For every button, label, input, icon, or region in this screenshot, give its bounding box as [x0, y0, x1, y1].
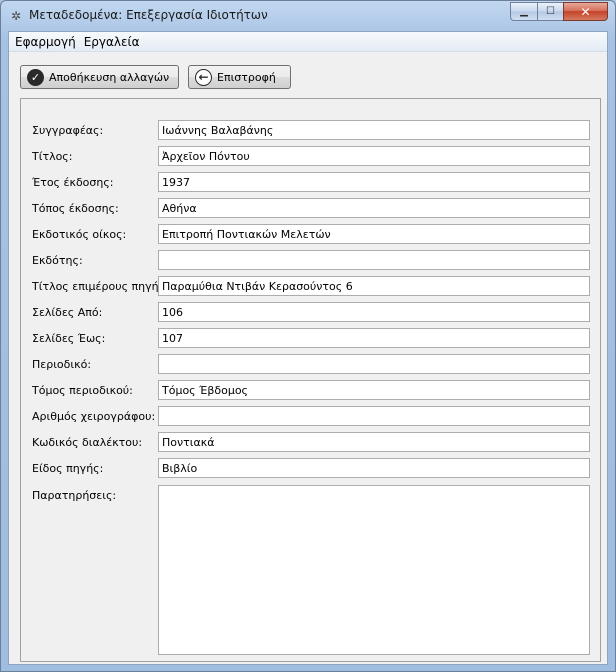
maximize-icon: ☐: [546, 6, 555, 17]
field-label-manuscript-number: Αριθμός χειρογράφου:: [32, 410, 156, 423]
field-label-publisher: Εκδότης:: [32, 254, 83, 267]
close-icon: ✕: [580, 4, 591, 19]
publishing-house-field[interactable]: Επιτροπή Ποντιακών Μελετών: [158, 224, 590, 244]
save-changes-button[interactable]: ✓ Αποθήκευση αλλαγών: [20, 65, 179, 89]
row-title: Τίτλος: Ἀρχεῖον Πόντου: [21, 146, 600, 166]
field-label-journal-volume: Τόμος περιοδικού:: [32, 384, 133, 397]
row-source-title: Τίτλος επιμέρους πηγής: Παραμύθια Ντιβάν…: [21, 276, 600, 296]
maximize-button[interactable]: ☐: [537, 2, 563, 21]
window-title: Μεταδεδομένα: Επεξεργασία Ιδιοτήτων: [29, 8, 268, 22]
title-bar[interactable]: ✲ Μεταδεδομένα: Επεξεργασία Ιδιοτήτων ▁ …: [1, 1, 615, 31]
field-label-source-type: Είδος πηγής:: [32, 462, 104, 475]
field-label-place: Τόπος έκδοσης:: [32, 202, 119, 215]
minimize-icon: ▁: [520, 6, 528, 17]
field-label-notes: Παρατηρήσεις:: [32, 489, 117, 502]
field-label-dialect-code: Κωδικός διαλέκτου:: [32, 436, 143, 449]
journal-field[interactable]: [158, 354, 590, 374]
menu-bar: Εφαρμογή Εργαλεία: [9, 32, 607, 52]
field-label-author: Συγγραφέας:: [32, 124, 104, 137]
title-field[interactable]: Ἀρχεῖον Πόντου: [158, 146, 590, 166]
minimize-button[interactable]: ▁: [510, 2, 537, 21]
field-label-publishing-house: Εκδοτικός οίκος:: [32, 228, 127, 241]
properties-panel: Συγγραφέας: Ιωάννης Βαλαβάνης Τίτλος: Ἀρ…: [20, 98, 601, 662]
menu-item-tools[interactable]: Εργαλεία: [80, 35, 144, 49]
author-field[interactable]: Ιωάννης Βαλαβάνης: [158, 120, 590, 140]
dialect-code-field[interactable]: Ποντιακά: [158, 432, 590, 452]
save-changes-label: Αποθήκευση αλλαγών: [49, 70, 170, 84]
field-label-pages-to: Σελίδες Έως:: [32, 332, 106, 345]
arrow-left-circle-icon: ←: [195, 68, 212, 86]
row-journal-volume: Τόμος περιοδικού: Τόμος Έβδομος: [21, 380, 600, 400]
publisher-field[interactable]: [158, 250, 590, 270]
year-field[interactable]: 1937: [158, 172, 590, 192]
row-dialect-code: Κωδικός διαλέκτου: Ποντιακά: [21, 432, 600, 452]
pages-to-field[interactable]: 107: [158, 328, 590, 348]
row-manuscript-number: Αριθμός χειρογράφου:: [21, 406, 600, 426]
app-icon: ✲: [10, 9, 22, 23]
row-source-type: Είδος πηγής: Βιβλίο: [21, 458, 600, 478]
row-place: Τόπος έκδοσης: Αθήνα: [21, 198, 600, 218]
manuscript-number-field[interactable]: [158, 406, 590, 426]
field-label-pages-from: Σελίδες Από:: [32, 306, 103, 319]
back-button[interactable]: ← Επιστροφή: [188, 65, 291, 89]
close-button[interactable]: ✕: [563, 2, 608, 21]
row-publishing-house: Εκδοτικός οίκος: Επιτροπή Ποντιακών Μελε…: [21, 224, 600, 244]
back-label: Επιστροφή: [217, 70, 276, 84]
journal-volume-field[interactable]: Τόμος Έβδομος: [158, 380, 590, 400]
window-controls: ▁ ☐ ✕: [510, 2, 608, 21]
source-type-field[interactable]: Βιβλίο: [158, 458, 590, 478]
row-pages-from: Σελίδες Από: 106: [21, 302, 600, 322]
client-area: Εφαρμογή Εργαλεία ✓ Αποθήκευση αλλαγών ←…: [8, 31, 608, 665]
notes-textarea[interactable]: [158, 485, 590, 655]
field-label-journal: Περιοδικό:: [32, 358, 92, 371]
check-circle-icon: ✓: [27, 68, 44, 86]
row-author: Συγγραφέας: Ιωάννης Βαλαβάνης: [21, 120, 600, 140]
field-label-source-title: Τίτλος επιμέρους πηγής:: [32, 280, 169, 293]
place-field[interactable]: Αθήνα: [158, 198, 590, 218]
row-journal: Περιοδικό:: [21, 354, 600, 374]
source-title-field[interactable]: Παραμύθια Ντιβάν Κερασούντος 6: [158, 276, 590, 296]
row-pages-to: Σελίδες Έως: 107: [21, 328, 600, 348]
application-window: ✲ Μεταδεδομένα: Επεξεργασία Ιδιοτήτων ▁ …: [0, 0, 616, 672]
field-label-year: Έτος έκδοσης:: [32, 176, 114, 189]
menu-item-application[interactable]: Εφαρμογή: [11, 35, 80, 49]
field-label-title: Τίτλος:: [32, 150, 73, 163]
pages-from-field[interactable]: 106: [158, 302, 590, 322]
row-year: Έτος έκδοσης: 1937: [21, 172, 600, 192]
row-publisher: Εκδότης:: [21, 250, 600, 270]
